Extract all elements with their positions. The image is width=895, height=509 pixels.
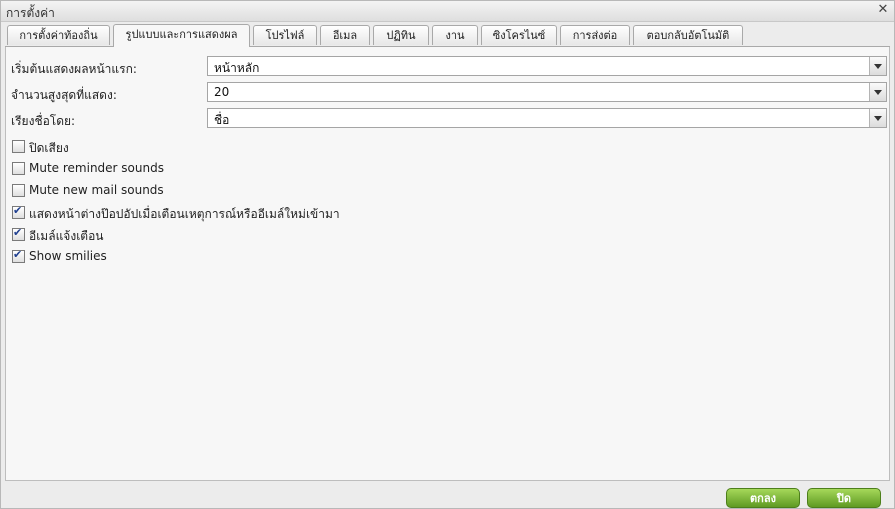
tab-profile[interactable]: โปรไฟล์ (253, 25, 317, 45)
mute-reminder-checkbox[interactable] (12, 162, 25, 175)
popup-alert-checkbox[interactable] (12, 204, 25, 219)
close-icon[interactable]: ✕ (876, 3, 890, 17)
tab-strip: การตั้งค่าท้องถิ่น รูปแบบและการแสดงผล โป… (5, 22, 890, 47)
chevron-down-icon[interactable] (869, 109, 886, 127)
start-page-select[interactable]: หน้าหลัก (207, 56, 887, 76)
mute-reminder-label: Mute reminder sounds (29, 161, 164, 175)
settings-dialog: การตั้งค่า ✕ การตั้งค่าท้องถิ่น รูปแบบแล… (0, 0, 895, 509)
chevron-down-icon[interactable] (869, 57, 886, 75)
sort-name-select[interactable]: ชื่อ (207, 108, 887, 128)
max-display-label: จำนวนสูงสุดที่แสดง: (11, 88, 117, 102)
mute-new-mail-label: Mute new mail sounds (29, 183, 164, 197)
start-page-value: หน้าหลัก (214, 61, 260, 75)
tab-regional-settings[interactable]: การตั้งค่าท้องถิ่น (7, 25, 110, 45)
tab-auto-reply[interactable]: ตอบกลับอัตโนมัติ (633, 25, 743, 45)
max-display-select[interactable]: 20 (207, 82, 887, 102)
tab-tasks[interactable]: งาน (432, 25, 478, 45)
close-button[interactable]: ปิด (807, 488, 881, 508)
email-notify-checkbox[interactable] (12, 226, 25, 241)
tab-appearance[interactable]: รูปแบบและการแสดงผล (113, 24, 250, 47)
start-page-label: เริ่มต้นแสดงผลหน้าแรก: (11, 62, 137, 76)
popup-alert-label: แสดงหน้าต่างป๊อปอัปเมื่อเตือนเหตุการณ์หร… (29, 207, 340, 221)
tab-email[interactable]: อีเมล (320, 25, 370, 45)
ok-button[interactable]: ตกลง (726, 488, 800, 508)
title-bar: การตั้งค่า ✕ (1, 1, 894, 22)
max-display-value: 20 (214, 85, 230, 99)
show-smilies-checkbox[interactable] (12, 248, 25, 263)
tab-content: เริ่มต้นแสดงผลหน้าแรก: หน้าหลัก จำนวนสูง… (5, 47, 890, 481)
mute-sounds-label: ปิดเสียง (29, 141, 69, 155)
email-notify-label: อีเมล์แจ้งเตือน (29, 229, 104, 243)
show-smilies-label: Show smilies (29, 249, 107, 263)
sort-name-label: เรียงชื่อโดย: (11, 114, 76, 128)
tab-forwarding[interactable]: การส่งต่อ (560, 25, 630, 45)
mute-new-mail-checkbox[interactable] (12, 184, 25, 197)
dialog-title: การตั้งค่า (6, 6, 55, 20)
tab-sync[interactable]: ซิงโครไนซ์ (481, 25, 557, 45)
chevron-down-icon[interactable] (869, 83, 886, 101)
mute-sounds-checkbox[interactable] (12, 140, 25, 153)
tab-calendar[interactable]: ปฏิทิน (373, 25, 429, 45)
sort-name-value: ชื่อ (214, 113, 230, 127)
dialog-footer: ตกลง ปิด (1, 481, 894, 508)
